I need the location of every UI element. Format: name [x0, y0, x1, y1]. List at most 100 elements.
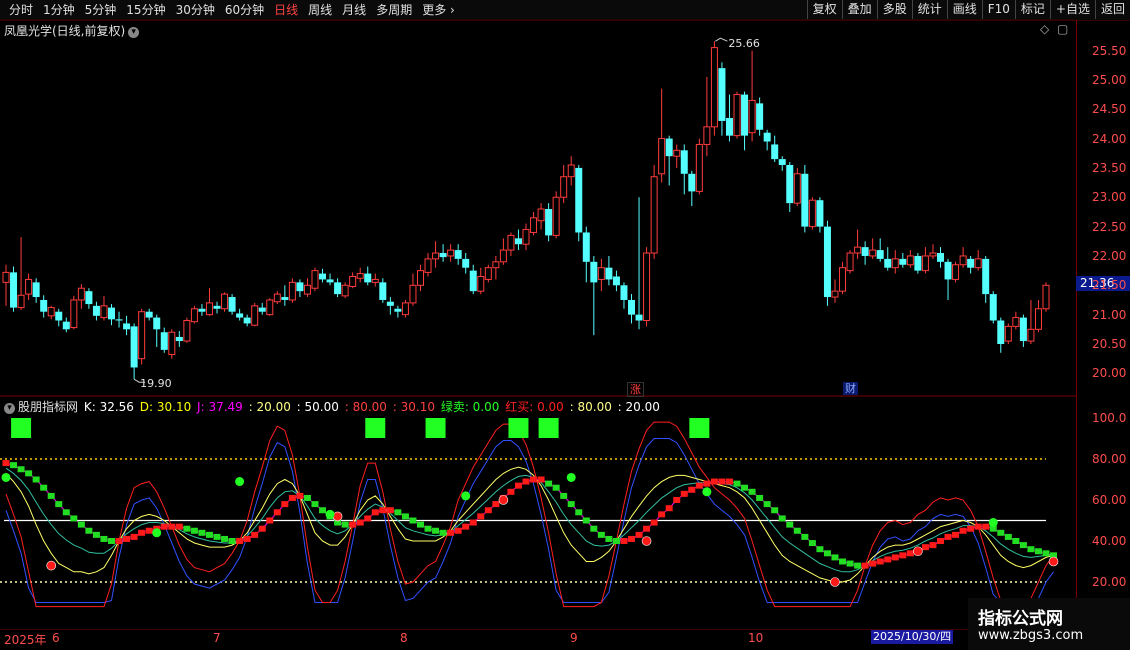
trend-block: [266, 517, 274, 524]
diamond-icon[interactable]: ◇: [1040, 22, 1049, 36]
price-tick: 24.00: [1092, 131, 1127, 146]
trend-block: [469, 519, 477, 526]
trend-block: [816, 546, 824, 553]
trend-block: [85, 527, 93, 534]
trend-block: [869, 560, 877, 567]
trend-block: [756, 494, 764, 501]
candle-body: [650, 176, 658, 254]
trend-block: [514, 482, 522, 489]
candle-body: [296, 282, 304, 292]
candle-body: [130, 326, 138, 368]
candle-body: [786, 164, 794, 204]
date-tick: 8: [400, 631, 408, 645]
candle-body: [552, 196, 560, 236]
trend-block: [793, 527, 801, 534]
trend-block: [311, 501, 319, 508]
trend-block: [703, 480, 711, 487]
indicator-tick: 80.00: [1092, 452, 1127, 466]
candle-body: [198, 308, 206, 312]
trend-block: [47, 492, 55, 499]
signal-square: [425, 418, 446, 438]
trend-block: [763, 501, 771, 508]
candle-body: [145, 311, 153, 318]
level-80b: : 80.00: [569, 400, 612, 414]
trend-block: [522, 478, 530, 485]
trend-block: [130, 533, 138, 540]
watermark-url: www.zbgs3.com: [978, 628, 1084, 643]
trend-block: [530, 476, 538, 483]
trend-block: [394, 509, 402, 516]
signal-square: [538, 418, 559, 438]
trend-block: [25, 470, 33, 477]
trend-block: [974, 523, 982, 530]
candle-body: [695, 143, 703, 192]
candle-body: [537, 208, 545, 222]
indicator-tick: 100.0: [1092, 411, 1127, 425]
candle-body: [85, 291, 93, 305]
candle-body: [733, 94, 741, 137]
trend-block: [62, 509, 70, 516]
trend-block: [695, 482, 703, 489]
candle-body: [401, 302, 409, 316]
trend-block: [492, 501, 500, 508]
candle-body: [371, 278, 379, 283]
badge-up[interactable]: 涨: [627, 382, 644, 397]
sell-dot: [1, 472, 11, 482]
trend-block: [944, 533, 952, 540]
level-20: : 20.00: [248, 400, 291, 414]
candle-body: [771, 144, 779, 160]
trend-block: [386, 507, 394, 514]
sell-dot: [988, 518, 998, 528]
candle-body: [507, 234, 515, 251]
trend-block: [921, 544, 929, 551]
candle-body: [582, 232, 590, 262]
buy-dot: [913, 546, 923, 557]
trend-block: [183, 525, 191, 532]
candle-body: [100, 305, 108, 319]
price-tick: 22.50: [1092, 219, 1127, 234]
candle-body: [861, 247, 869, 256]
trend-block: [597, 531, 605, 538]
sell-dot: [235, 477, 245, 487]
toolbar-button-8[interactable]: 返回: [1094, 0, 1130, 19]
price-tick: 25.00: [1092, 72, 1127, 87]
candle-body: [665, 138, 673, 157]
trend-block: [454, 527, 462, 534]
sell-value: 绿卖: 0.00: [440, 400, 500, 414]
candle-body: [590, 261, 598, 283]
indicator-title[interactable]: ▾ 股朋指标网 K: 32.56 D: 30.10 J: 37.49 : 20.0…: [4, 398, 662, 415]
trend-block: [688, 486, 696, 493]
trend-block: [537, 476, 545, 483]
trend-block: [439, 529, 447, 536]
trend-block: [273, 509, 281, 516]
candle-body: [808, 199, 816, 228]
candle-body: [123, 323, 131, 330]
buy-dot: [498, 495, 509, 505]
d-line: [5, 462, 1054, 567]
trend-block: [10, 462, 18, 469]
trend-block: [17, 466, 25, 473]
candle-body: [266, 299, 274, 316]
chart-canvas[interactable]: 25.66 19.90: [0, 0, 1076, 630]
candle-body: [303, 284, 311, 295]
signal-markers: [1, 418, 1059, 587]
candle-body: [597, 267, 605, 280]
k-value: K: 32.56: [83, 400, 134, 414]
candle-body: [989, 294, 997, 321]
candle-body: [477, 275, 485, 292]
gear-icon[interactable]: ▢: [1057, 22, 1068, 36]
selected-date: 2025/10/30/四: [871, 630, 954, 644]
trend-block: [560, 492, 568, 499]
candle-body: [560, 176, 568, 198]
candle-body: [32, 282, 40, 298]
candle-body: [530, 217, 538, 233]
candle-body: [997, 320, 1005, 344]
candle-body: [364, 273, 372, 283]
price-tick: 21.00: [1092, 307, 1127, 322]
candle-body: [545, 209, 553, 236]
trend-block: [710, 478, 718, 485]
candle-body: [816, 200, 824, 227]
indicator-chevron-icon[interactable]: ▾: [4, 403, 15, 414]
trend-block: [673, 497, 681, 503]
badge-fin[interactable]: 财: [843, 382, 858, 395]
